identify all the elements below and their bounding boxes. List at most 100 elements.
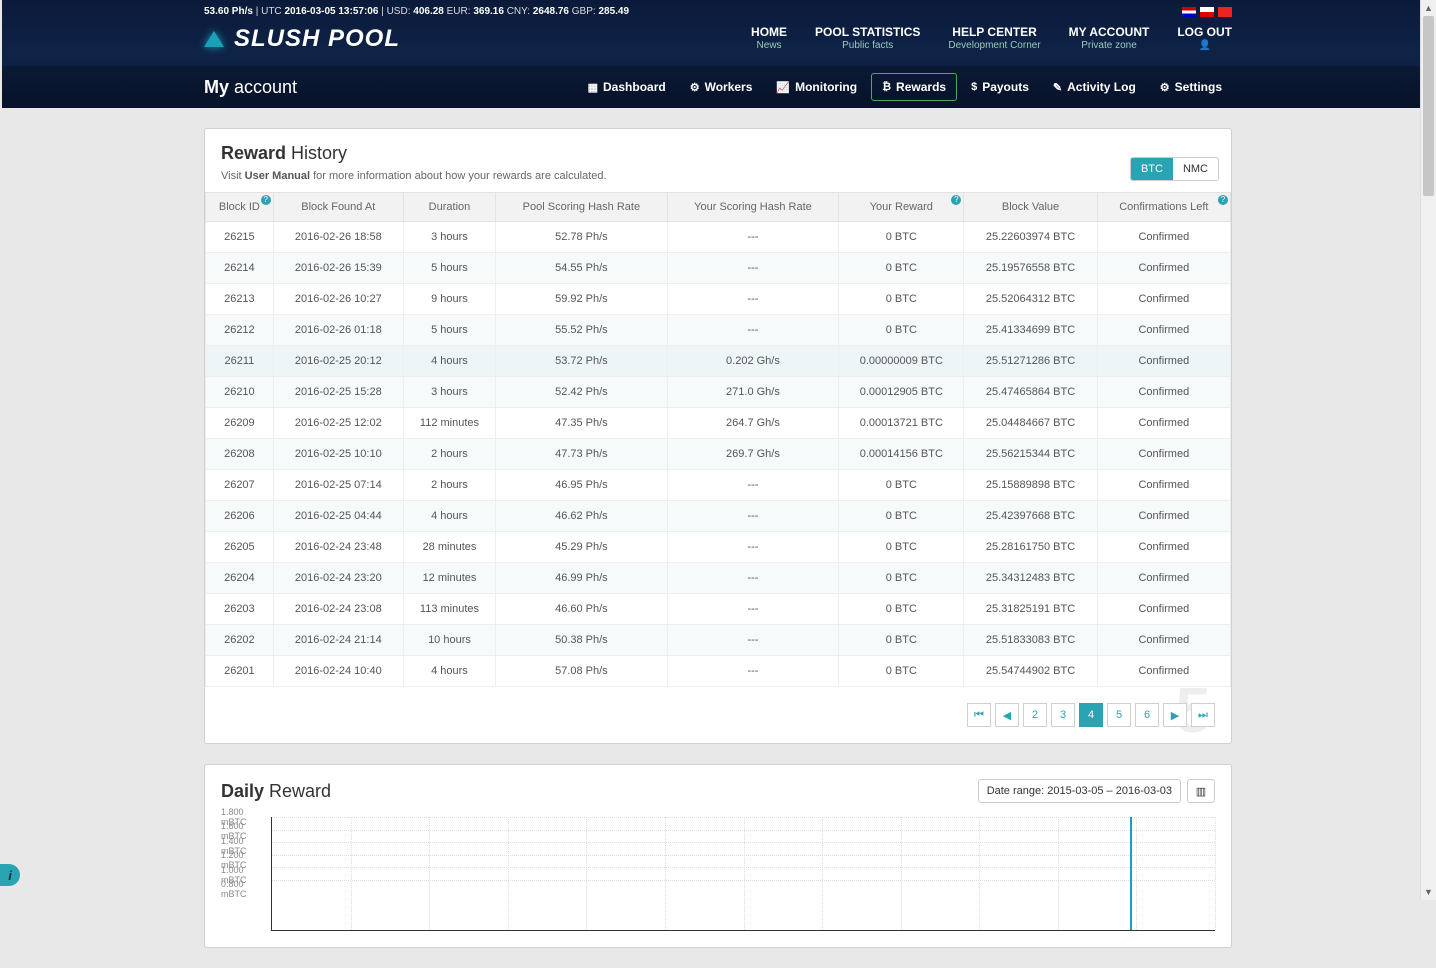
tab-payouts[interactable]: $Payouts [961,74,1039,100]
tab-activity-log[interactable]: ✎Activity Log [1043,74,1146,100]
top-bar: 53.60 Ph/s | UTC 2016-03-05 13:57:06 | U… [204,0,1232,17]
tab-rewards[interactable]: ₿Rewards [871,73,957,101]
rewards-table: Block ID?Block Found AtDurationPool Scor… [205,192,1231,687]
col-pool-scoring-hash-rate: Pool Scoring Hash Rate [496,193,667,222]
table-row[interactable]: 262142016-02-26 15:395 hours54.55 Ph/s--… [206,253,1231,284]
scroll-thumb[interactable] [1423,16,1434,196]
hashrate: 53.60 Ph/s [204,6,253,17]
gridline [586,817,587,930]
sub-nav: My account ▦Dashboard⚙Workers📈Monitoring… [2,66,1434,108]
flag-pl-icon[interactable] [1200,7,1214,17]
date-range-input[interactable]: Date range: 2015-03-05 – 2016-03-03 [978,779,1181,803]
table-row[interactable]: 262052016-02-24 23:4828 minutes45.29 Ph/… [206,532,1231,563]
table-row[interactable]: 262032016-02-24 23:08113 minutes46.60 Ph… [206,594,1231,625]
table-row[interactable]: 262082016-02-25 10:102 hours47.73 Ph/s26… [206,439,1231,470]
coin-btc-button[interactable]: BTC [1131,158,1173,180]
language-flags [1182,7,1232,17]
daily-reward-chart: 1.800 mBTC1.600 mBTC1.400 mBTC1.200 mBTC… [205,817,1231,947]
gridline [1058,817,1059,930]
settings-icon: ⚙ [1160,81,1170,94]
logo-triangle-icon [204,31,224,47]
flag-en-icon[interactable] [1182,7,1196,17]
col-duration: Duration [403,193,495,222]
table-row[interactable]: 262112016-02-25 20:124 hours53.72 Ph/s0.… [206,346,1231,377]
pager-page-6[interactable]: 6 [1135,703,1159,727]
nav-pool-statistics[interactable]: POOL STATISTICSPublic facts [815,25,920,51]
dashboard-icon: ▦ [588,81,598,94]
bar-chart-icon: ▥ [1196,785,1206,798]
pager-page-4[interactable]: 4 [1079,703,1103,727]
table-row[interactable]: 262012016-02-24 10:404 hours57.08 Ph/s--… [206,656,1231,687]
daily-reward-panel: Daily Reward Date range: 2015-03-05 – 20… [204,764,1232,948]
gridline [822,817,823,930]
pager-page-2[interactable]: 2 [1023,703,1047,727]
pager-page-5[interactable]: 5 [1107,703,1131,727]
pagination: 5 ⏮ ◀ 23456 ▶ ⏭ [205,687,1231,743]
pager-last-icon[interactable]: ⏭ [1191,703,1215,727]
col-block-found-at: Block Found At [273,193,403,222]
y-tick: 0.800 mBTC [221,879,267,899]
coin-nmc-button[interactable]: NMC [1173,158,1218,180]
monitoring-icon: 📈 [776,81,790,94]
table-row[interactable]: 262102016-02-25 15:283 hours52.42 Ph/s27… [206,377,1231,408]
reward-history-subtitle: Visit User Manual for more information a… [221,170,1215,182]
workers-icon: ⚙ [690,81,700,94]
col-your-reward: Your Reward? [839,193,964,222]
page-title: My account [204,77,297,98]
pager-prev-icon[interactable]: ◀ [995,703,1019,727]
main-nav: SLUSH POOL HOMENews POOL STATISTICSPublic… [204,25,1232,53]
table-row[interactable]: 262132016-02-26 10:279 hours59.92 Ph/s--… [206,284,1231,315]
gridline [744,817,745,930]
tab-monitoring[interactable]: 📈Monitoring [766,74,867,100]
scroll-up-icon[interactable]: ▲ [1421,0,1436,16]
col-block-value: Block Value [964,193,1097,222]
table-row[interactable]: 262152016-02-26 18:583 hours52.78 Ph/s--… [206,222,1231,253]
activity log-icon: ✎ [1053,81,1062,94]
nav-home[interactable]: HOMENews [751,25,787,51]
table-row[interactable]: 262022016-02-24 21:1410 hours50.38 Ph/s-… [206,625,1231,656]
chart-bar [1130,817,1132,930]
pager-next-icon[interactable]: ▶ [1163,703,1187,727]
col-block-id: Block ID? [206,193,274,222]
pager-first-icon[interactable]: ⏮ [967,703,991,727]
reward-history-title: Reward History [221,143,1215,164]
gridline [665,817,666,930]
chart-type-button[interactable]: ▥ [1187,779,1215,803]
tab-settings[interactable]: ⚙Settings [1150,74,1232,100]
help-icon[interactable]: ? [1218,195,1228,205]
scrollbar[interactable]: ▲ ▼ [1420,0,1436,900]
nav-log-out[interactable]: LOG OUT👤 [1177,25,1232,51]
gridline [901,817,902,930]
payouts-icon: $ [971,81,977,93]
rewards-icon: ₿ [882,81,891,93]
daily-reward-title: Daily Reward [221,781,331,802]
coin-toggle: BTC NMC [1130,157,1219,181]
reward-history-panel: Reward History Visit User Manual for mor… [204,128,1232,744]
gridline [351,817,352,930]
help-icon[interactable]: ? [951,195,961,205]
nav-my-account[interactable]: MY ACCOUNTPrivate zone [1069,25,1150,51]
logo[interactable]: SLUSH POOL [204,25,400,53]
tab-workers[interactable]: ⚙Workers [680,74,763,100]
gridline [1215,817,1216,930]
nav-help-center[interactable]: HELP CENTERDevelopment Corner [948,25,1040,51]
table-row[interactable]: 262042016-02-24 23:2012 minutes46.99 Ph/… [206,563,1231,594]
scroll-down-icon[interactable]: ▼ [1421,884,1436,900]
gridline [508,817,509,930]
flag-cn-icon[interactable] [1218,7,1232,17]
top-stats: 53.60 Ph/s | UTC 2016-03-05 13:57:06 | U… [204,6,629,17]
header: 53.60 Ph/s | UTC 2016-03-05 13:57:06 | U… [2,0,1434,108]
table-row[interactable]: 262062016-02-25 04:444 hours46.62 Ph/s--… [206,501,1231,532]
table-row[interactable]: 262072016-02-25 07:142 hours46.95 Ph/s--… [206,470,1231,501]
col-confirmations-left: Confirmations Left? [1097,193,1230,222]
table-row[interactable]: 262122016-02-26 01:185 hours55.52 Ph/s--… [206,315,1231,346]
help-icon[interactable]: ? [261,195,271,205]
tab-dashboard[interactable]: ▦Dashboard [578,74,676,100]
table-row[interactable]: 262092016-02-25 12:02112 minutes47.35 Ph… [206,408,1231,439]
gridline [1136,817,1137,930]
gridline [429,817,430,930]
user-manual-link[interactable]: User Manual [245,170,310,182]
pager-page-3[interactable]: 3 [1051,703,1075,727]
gridline [979,817,980,930]
col-your-scoring-hash-rate: Your Scoring Hash Rate [667,193,839,222]
